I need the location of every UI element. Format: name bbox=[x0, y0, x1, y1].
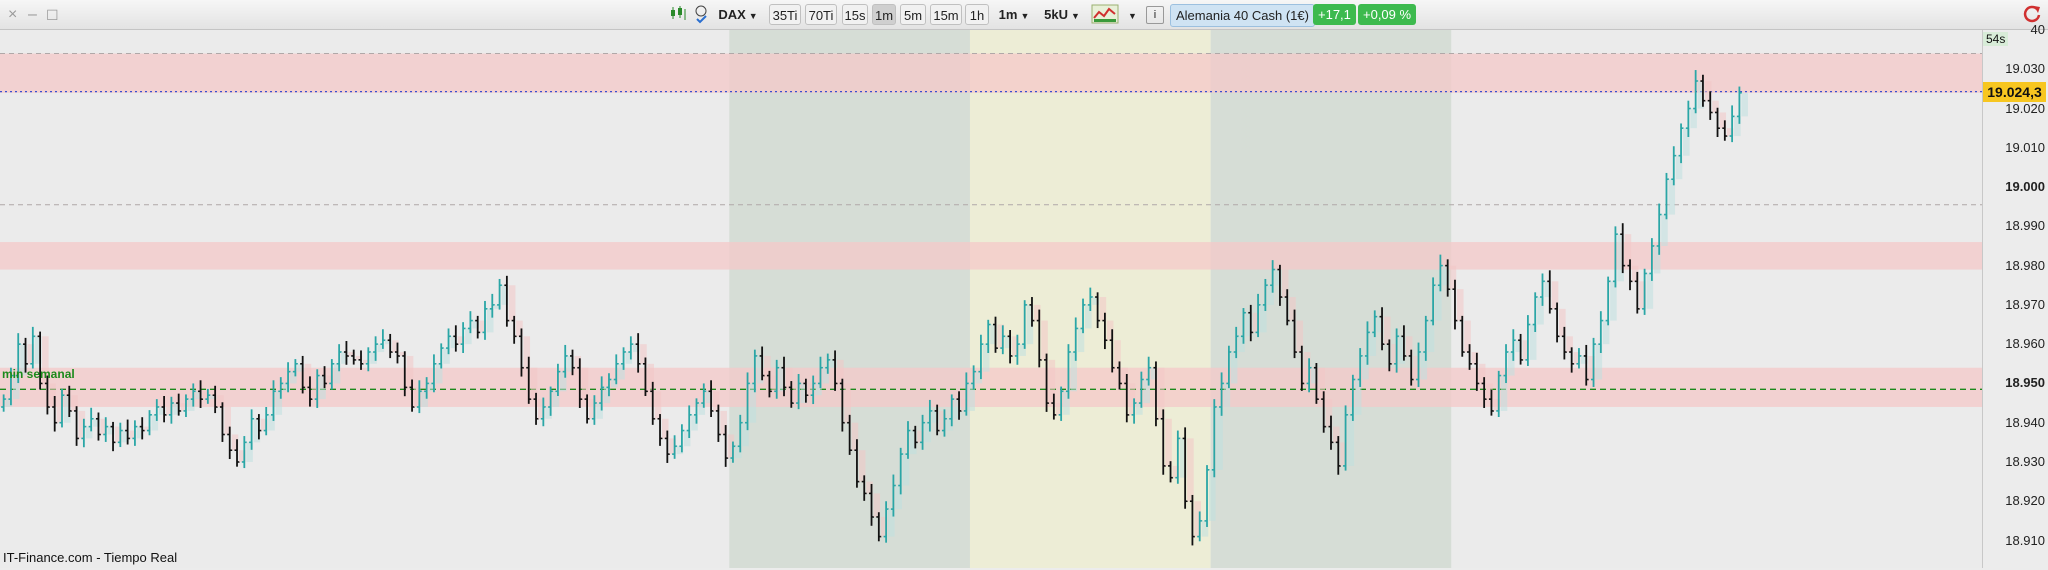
time-button-15s[interactable]: 15s bbox=[842, 4, 868, 25]
y-tick-label: 18.920 bbox=[2005, 493, 2045, 509]
interval-selector[interactable]: 1m ▼ bbox=[994, 4, 1034, 25]
chevron-down-icon: ▼ bbox=[1070, 11, 1080, 21]
price-bar-profile bbox=[508, 285, 516, 321]
symbol-label: DAX bbox=[718, 7, 746, 22]
y-tick-label: 18.950 bbox=[2005, 375, 2045, 391]
change-percent-badge: +0,09 % bbox=[1358, 4, 1417, 25]
volume-unit-selector[interactable]: 5kU ▼ bbox=[1040, 4, 1084, 25]
price-bar-profile bbox=[1347, 414, 1355, 466]
price-bar-profile bbox=[1187, 438, 1194, 502]
level-line-label: min semanal bbox=[2, 367, 75, 381]
instrument-label[interactable]: Alemania 40 Cash (1€) bbox=[1170, 4, 1315, 27]
data-source-label: IT-Finance.com - Tiempo Real bbox=[3, 550, 178, 565]
minimize-window-icon[interactable]: – bbox=[28, 6, 37, 24]
time-button-1h[interactable]: 1h bbox=[965, 4, 989, 25]
maximize-window-icon[interactable]: ☐ bbox=[46, 7, 59, 24]
y-tick-label: 18.960 bbox=[2005, 336, 2045, 352]
time-button-15m[interactable]: 15m bbox=[930, 4, 962, 25]
bar-timer-badge: 54s bbox=[1983, 32, 2009, 46]
settings-clock-icon[interactable] bbox=[692, 4, 710, 25]
chevron-down-icon[interactable]: ▼ bbox=[1124, 4, 1138, 25]
volume-unit-label: 5kU bbox=[1044, 7, 1068, 22]
resistance-zone bbox=[0, 242, 1982, 270]
y-tick-label: 19.020 bbox=[2005, 100, 2045, 116]
chevron-down-icon: ▼ bbox=[1020, 11, 1030, 21]
y-tick-label: 18.980 bbox=[2005, 257, 2045, 273]
session-band bbox=[729, 30, 970, 568]
close-window-icon[interactable]: × bbox=[8, 6, 17, 24]
price-bar-profile bbox=[1741, 92, 1748, 117]
last-price-tag: 19.024,3 bbox=[1983, 81, 2046, 102]
time-button-5m[interactable]: 5m bbox=[900, 4, 926, 25]
y-tick-label: 18.970 bbox=[2005, 296, 2045, 312]
resistance-zone bbox=[0, 367, 1982, 407]
chevron-down-icon: ▼ bbox=[748, 11, 758, 21]
chart-style-icon[interactable] bbox=[1089, 4, 1121, 25]
tick-button-35[interactable]: 35Ti bbox=[769, 4, 801, 25]
tick-button-70[interactable]: 70Ti bbox=[805, 4, 837, 25]
change-points-badge: +17,1 bbox=[1313, 4, 1356, 25]
time-button-1m[interactable]: 1m bbox=[872, 4, 896, 25]
y-tick-label: 18.930 bbox=[2005, 453, 2045, 469]
y-tick-label: 19.000 bbox=[2005, 179, 2045, 195]
y-tick-label: 19.030 bbox=[2005, 61, 2045, 77]
price-bar-profile bbox=[1216, 406, 1223, 470]
toolbar: × – ☐ DAX ▼ 35Ti 70Ti 15s 1m 5m 15m 1h 1m… bbox=[0, 0, 2048, 30]
resistance-zone bbox=[0, 53, 1982, 93]
y-tick-label: 18.990 bbox=[2005, 218, 2045, 234]
candlestick-chart-icon[interactable] bbox=[668, 4, 688, 25]
symbol-selector[interactable]: DAX ▼ bbox=[714, 4, 762, 25]
price-bar-profile bbox=[1165, 418, 1172, 466]
session-band bbox=[0, 30, 730, 568]
info-icon[interactable]: i bbox=[1146, 6, 1164, 24]
session-band bbox=[1210, 30, 1452, 568]
price-bar-profile bbox=[1209, 469, 1216, 521]
y-tick-label: 18.940 bbox=[2005, 414, 2045, 430]
y-tick-label: 40 bbox=[2030, 22, 2045, 37]
y-tick-label: 18.910 bbox=[2005, 532, 2045, 548]
y-tick-label: 19.010 bbox=[2005, 139, 2045, 155]
price-axis: 18.910 18.920 18.930 18.940 18.950 18.960 18.9… bbox=[1982, 22, 2048, 568]
price-chart[interactable] bbox=[0, 30, 1982, 568]
interval-label: 1m bbox=[998, 7, 1018, 22]
